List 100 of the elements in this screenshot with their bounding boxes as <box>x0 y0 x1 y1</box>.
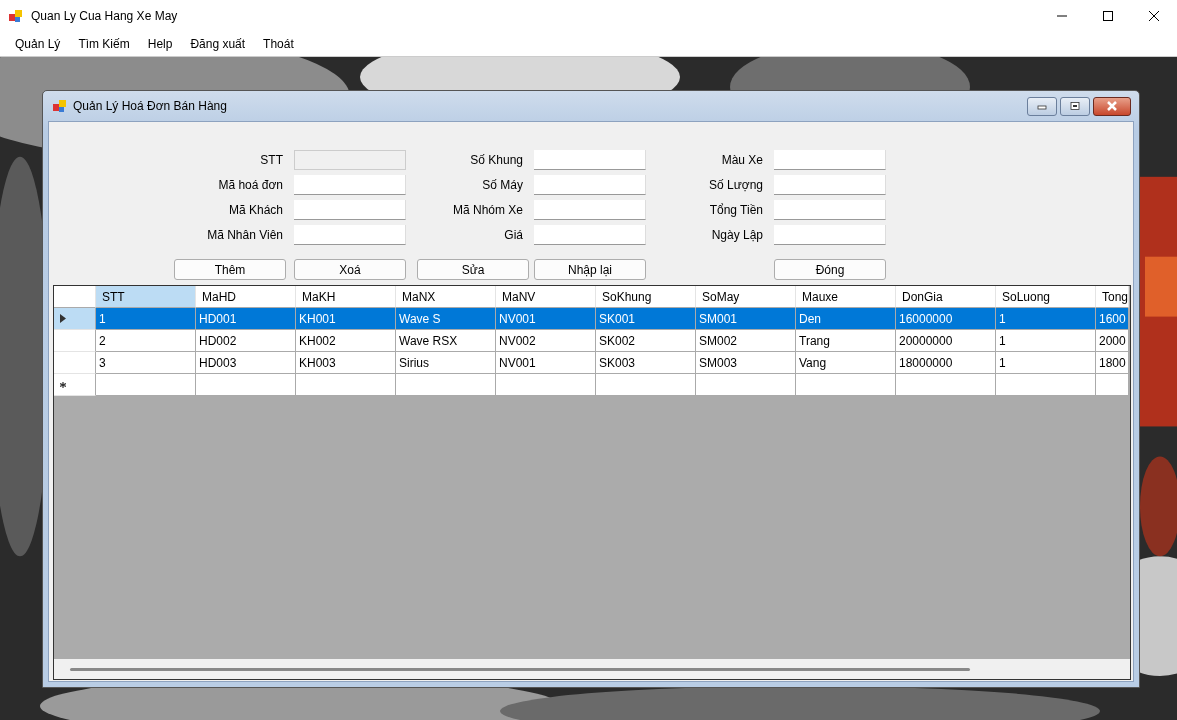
table-cell: Den <box>796 308 896 330</box>
table-cell: 1800 <box>1096 352 1129 374</box>
column-header[interactable]: MaNX <box>396 286 496 308</box>
table-cell: 1 <box>996 352 1096 374</box>
table-cell[interactable] <box>296 374 396 396</box>
menu-item[interactable]: Đăng xuất <box>181 37 255 51</box>
table-cell: KH001 <box>296 308 396 330</box>
close-icon[interactable] <box>1148 10 1160 22</box>
field-label: Ngày Lập <box>710 228 763 242</box>
input-field[interactable] <box>774 225 886 245</box>
field-label: Mã Nhân Viên <box>206 228 283 242</box>
table-cell: Trang <box>796 330 896 352</box>
table-cell[interactable] <box>596 374 696 396</box>
table-cell: 20000000 <box>896 330 996 352</box>
window-title: Quản Lý Hoá Đơn Bán Hàng <box>73 99 227 113</box>
table-cell: 2 <box>96 330 196 352</box>
table-cell: Wave S <box>396 308 496 330</box>
table-cell: 1 <box>96 308 196 330</box>
table-cell: NV001 <box>496 308 596 330</box>
form-button[interactable]: Thêm <box>174 259 286 280</box>
input-field[interactable] <box>294 225 406 245</box>
row-header[interactable] <box>54 308 96 330</box>
row-pointer-icon <box>60 314 66 323</box>
minimize-button[interactable] <box>1027 96 1057 116</box>
table-cell: 16000000 <box>896 308 996 330</box>
close-button[interactable] <box>1093 96 1131 116</box>
table-cell: SM003 <box>696 352 796 374</box>
table-cell: HD002 <box>196 330 296 352</box>
column-header[interactable]: Mauxe <box>796 286 896 308</box>
table-cell: NV002 <box>496 330 596 352</box>
table-cell: SK001 <box>596 308 696 330</box>
table-cell: Wave RSX <box>396 330 496 352</box>
new-row-icon <box>60 381 66 388</box>
field-label: Số Máy <box>481 178 523 192</box>
table-cell: 3 <box>96 352 196 374</box>
input-field[interactable] <box>534 225 646 245</box>
field-label: Màu Xe <box>720 153 763 167</box>
table-cell[interactable] <box>996 374 1096 396</box>
table-cell: Sirius <box>396 352 496 374</box>
table-cell[interactable] <box>1096 374 1129 396</box>
input-field[interactable] <box>774 175 886 195</box>
table-cell: 1600 <box>1096 308 1129 330</box>
table-cell: KH003 <box>296 352 396 374</box>
table-cell[interactable] <box>396 374 496 396</box>
form-button[interactable]: Đóng <box>774 259 886 280</box>
table-cell: HD001 <box>196 308 296 330</box>
field-label: Mã hoá đơn <box>217 178 283 192</box>
table-cell: SK002 <box>596 330 696 352</box>
table-cell: SK003 <box>596 352 696 374</box>
field-label: Giá <box>503 228 523 242</box>
table-cell[interactable] <box>496 374 596 396</box>
column-header[interactable]: STT <box>96 286 196 308</box>
table-cell: SM002 <box>696 330 796 352</box>
column-header[interactable]: DonGia <box>896 286 996 308</box>
table-cell: Vang <box>796 352 896 374</box>
app-icon <box>53 99 67 113</box>
input-field[interactable] <box>294 175 406 195</box>
menu-item[interactable]: Thoát <box>254 37 303 51</box>
input-field[interactable] <box>534 150 646 170</box>
column-header[interactable]: MaNV <box>496 286 596 308</box>
input-field[interactable] <box>294 200 406 220</box>
table-cell[interactable] <box>796 374 896 396</box>
table-cell: 18000000 <box>896 352 996 374</box>
minimize-icon <box>1037 102 1047 110</box>
close-icon <box>1105 101 1119 111</box>
field-label: Số Lượng <box>708 178 763 192</box>
form-button[interactable]: Nhập lại <box>534 259 646 280</box>
restore-button[interactable] <box>1060 96 1090 116</box>
window-title: Quan Ly Cua Hang Xe May <box>31 9 178 23</box>
column-header[interactable]: MaHD <box>196 286 296 308</box>
column-header[interactable]: Tong <box>1096 286 1129 308</box>
app-icon <box>9 9 23 23</box>
horizontal-scrollbar[interactable] <box>54 659 1130 679</box>
column-header[interactable]: SoLuong <box>996 286 1096 308</box>
input-field[interactable] <box>774 200 886 220</box>
input-field[interactable] <box>534 175 646 195</box>
table-cell: 1 <box>996 308 1096 330</box>
field-label: STT <box>259 153 283 167</box>
form-button[interactable]: Sửa <box>417 259 529 280</box>
table-cell: NV001 <box>496 352 596 374</box>
menu-item[interactable]: Tìm Kiếm <box>69 37 139 51</box>
maximize-icon[interactable] <box>1102 10 1114 22</box>
field-label: Mã Khách <box>227 203 283 217</box>
table-cell[interactable] <box>96 374 196 396</box>
menu-item[interactable]: Quản Lý <box>6 37 70 51</box>
input-field[interactable] <box>534 200 646 220</box>
table-cell: KH002 <box>296 330 396 352</box>
form-button[interactable]: Xoá <box>294 259 406 280</box>
table-cell[interactable] <box>696 374 796 396</box>
table-cell: 2000 <box>1096 330 1129 352</box>
restore-icon <box>1070 102 1080 110</box>
column-header[interactable]: SoKhung <box>596 286 696 308</box>
column-header[interactable]: MaKH <box>296 286 396 308</box>
input-field[interactable] <box>774 150 886 170</box>
table-cell[interactable] <box>196 374 296 396</box>
field-label: Tổng Tiền <box>708 203 763 217</box>
column-header[interactable]: SoMay <box>696 286 796 308</box>
table-cell[interactable] <box>896 374 996 396</box>
table-cell: SM001 <box>696 308 796 330</box>
menu-item[interactable]: Help <box>138 37 182 51</box>
